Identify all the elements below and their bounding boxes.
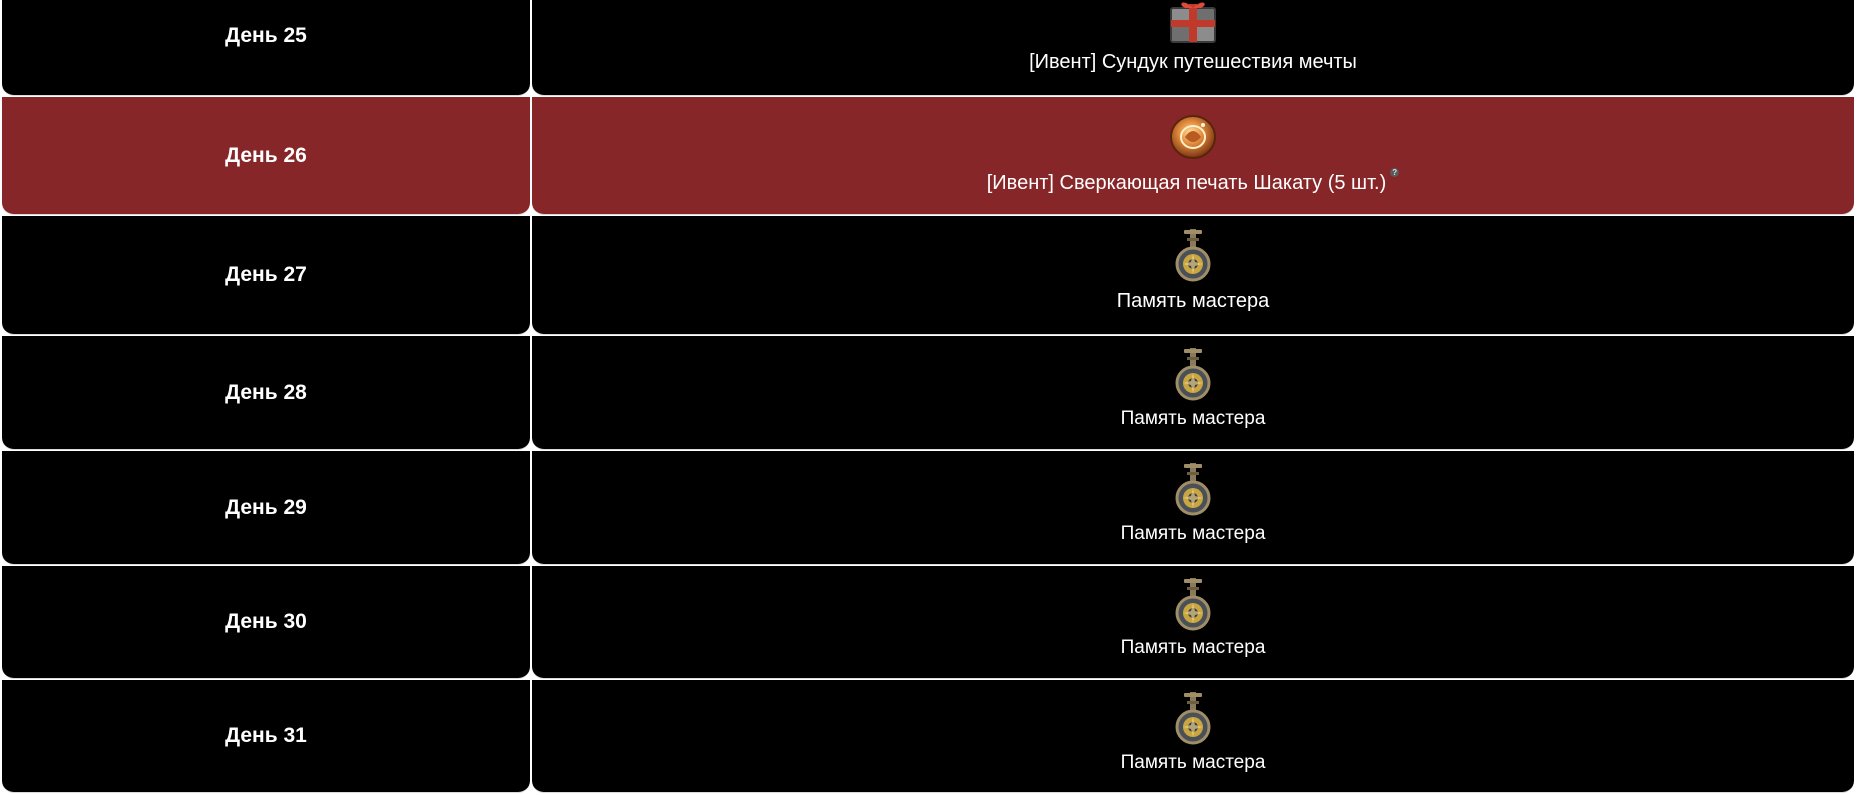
reward-row: День 25 [Ивент] Сундук путешествия мечты [0,0,1857,96]
item-cell: Память мастера [532,566,1854,679]
day-label: День 25 [225,23,307,47]
item-cell: Память мастера [532,216,1854,335]
item-name[interactable]: Память мастера [532,523,1854,545]
day-label: День 30 [225,610,307,633]
master-memory-icon[interactable] [1173,461,1213,517]
day-label: День 27 [225,263,307,286]
reward-row: День 26 [Ивент] Сверкающая печать Шакату… [0,97,1857,215]
day-cell: День 30 [2,566,530,679]
item-name-text[interactable]: [Ивент] Сверкающая печать Шакату (5 шт.) [987,172,1386,194]
item-name[interactable]: Память мастера [532,408,1854,430]
master-memory-icon[interactable] [1173,346,1213,402]
item-name[interactable]: Память мастера [532,290,1854,313]
reward-row: День 27 Память мастера [0,216,1857,335]
reward-row: День 31 Память мастера [0,680,1857,793]
day-label: День 28 [225,380,307,404]
master-memory-icon[interactable] [1173,576,1213,632]
day-cell: День 25 [2,0,530,96]
reward-row: День 29 Память мастера [0,451,1857,565]
item-cell: [Ивент] Сундук путешествия мечты [532,0,1854,96]
day-label: День 26 [225,143,307,167]
master-memory-icon[interactable] [1173,690,1213,746]
reward-row: День 28 Память мастера [0,336,1857,450]
item-cell: Память мастера [532,451,1854,565]
day-cell: День 28 [2,336,530,450]
item-cell: [Ивент] Сверкающая печать Шакату (5 шт.)… [532,97,1854,215]
day-cell: День 26 [2,97,530,215]
item-name[interactable]: Память мастера [532,752,1854,774]
help-icon[interactable]: ? [1390,168,1400,177]
item-cell: Память мастера [532,680,1854,793]
seal-icon[interactable] [1167,111,1219,161]
item-name[interactable]: [Ивент] Сундук путешествия мечты [532,51,1854,74]
day-cell: День 27 [2,216,530,335]
item-name: [Ивент] Сверкающая печать Шакату (5 шт.)… [532,168,1854,195]
item-cell: Память мастера [532,336,1854,450]
day-label: День 29 [225,495,307,519]
day-label: День 31 [225,724,307,747]
gift-chest-icon[interactable] [1167,0,1219,44]
item-name[interactable]: Память мастера [532,637,1854,659]
day-cell: День 31 [2,680,530,793]
day-cell: День 29 [2,451,530,565]
master-memory-icon[interactable] [1173,227,1213,283]
reward-row: День 30 Память мастера [0,566,1857,679]
